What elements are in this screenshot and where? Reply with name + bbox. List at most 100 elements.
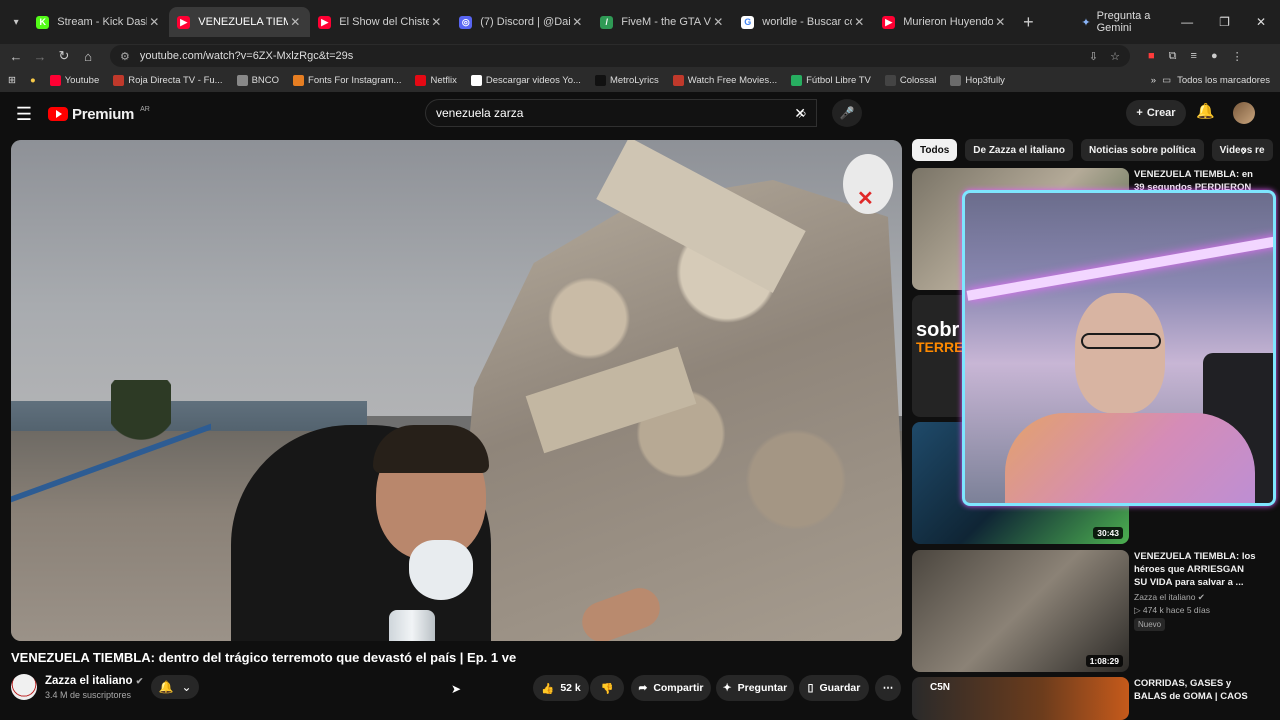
- bookmark-label: Youtube: [64, 74, 100, 86]
- bookmark-item[interactable]: Fonts For Instagram...: [293, 74, 401, 86]
- rec-title[interactable]: VENEZUELA TIEMBLA: los héroes que ARRIES…: [1134, 550, 1258, 589]
- emoji-bookmark-icon[interactable]: ●: [30, 75, 36, 86]
- video-water-bottle: [389, 610, 435, 641]
- browser-tab[interactable]: Gworldle - Buscar con Goog✕: [733, 7, 874, 37]
- close-tab-icon[interactable]: ✕: [570, 15, 584, 29]
- home-icon[interactable]: ⌂: [76, 49, 100, 64]
- notifications-icon[interactable]: 🔔: [1196, 102, 1215, 120]
- channel-name[interactable]: Zazza el italiano ✔: [45, 675, 143, 687]
- subscription-bell-button[interactable]: 🔔 ⌄: [151, 675, 199, 699]
- tab-favicon-icon: /: [600, 15, 614, 29]
- like-button[interactable]: 👍 52 k: [533, 675, 589, 701]
- search-query: venezuela zarza: [436, 106, 524, 120]
- extension-red-icon[interactable]: ■: [1148, 50, 1155, 63]
- country-code: AR: [140, 105, 150, 113]
- rec-stats: ▷ 474 k hace 5 días: [1134, 605, 1211, 615]
- thumbs-down-icon: 👎: [600, 682, 614, 695]
- more-actions-button[interactable]: ⋯: [875, 675, 901, 701]
- url-field[interactable]: ⚙ youtube.com/watch?v=6ZX-MxlzRgc&t=29s …: [110, 45, 1130, 67]
- rec-channel-text: Zazza el italiano: [1134, 592, 1196, 602]
- browser-tab[interactable]: ◎ (7) Discord | @Daiii ✕: [451, 7, 592, 37]
- close-tab-icon[interactable]: ✕: [288, 15, 302, 29]
- reload-icon[interactable]: ↻: [52, 48, 76, 64]
- tab-title: Murieron Huyendo de Algu: [903, 16, 994, 28]
- webcam-hoodie: [1005, 413, 1255, 503]
- minimize-icon[interactable]: —: [1181, 15, 1193, 29]
- ask-button[interactable]: ✦ Preguntar: [716, 675, 794, 701]
- gemini-label: Pregunta a Gemini: [1096, 10, 1151, 34]
- youtube-premium-logo[interactable]: Premium AR: [48, 106, 150, 123]
- browser-tab[interactable]: ▶ El Show del Chiste - VIDEO✕: [310, 7, 451, 37]
- site-info-icon[interactable]: ⚙: [120, 50, 130, 63]
- bookmark-item[interactable]: Watch Free Movies...: [672, 74, 778, 86]
- bookmark-item[interactable]: MetroLyrics: [594, 74, 659, 86]
- apps-icon[interactable]: ⊞: [8, 75, 16, 86]
- bookmark-label: Watch Free Movies...: [687, 74, 778, 86]
- filter-chip[interactable]: Todos: [912, 139, 958, 161]
- bookmark-favicon-icon: [113, 74, 125, 86]
- all-bookmarks-link[interactable]: Todos los marcadores: [1177, 75, 1270, 86]
- bookmark-star-icon[interactable]: ☆: [1110, 50, 1120, 63]
- new-tab-button[interactable]: +: [1015, 12, 1041, 33]
- tab-search-menu-icon[interactable]: ▾: [4, 9, 28, 35]
- back-icon[interactable]: ←: [4, 49, 28, 64]
- bookmark-favicon-icon: [791, 74, 803, 86]
- close-tab-icon[interactable]: ✕: [147, 15, 161, 29]
- browser-tab[interactable]: K Stream - Kick Dashboard✕: [28, 7, 169, 37]
- rec-title[interactable]: CORRIDAS, GASES y BALAS de GOMA | CAOS t…: [1134, 677, 1258, 705]
- browser-menu-icon[interactable]: ⋮: [1232, 50, 1243, 63]
- rec-title[interactable]: VENEZUELA TIEMBLA: en 39 segundos PERDIE…: [1134, 168, 1258, 190]
- more-bookmarks-icon[interactable]: »: [1151, 75, 1156, 86]
- bookmark-item[interactable]: Youtube: [49, 74, 100, 86]
- bookmarks-bar: ⊞ ● Youtube Roja Directa TV - Fu... BNCO Fo…: [0, 68, 1280, 92]
- share-button[interactable]: ➦ Compartir: [631, 675, 711, 701]
- create-button[interactable]: + Crear: [1126, 100, 1186, 126]
- channel-avatar[interactable]: [11, 674, 37, 700]
- bookmark-label: Hop3fully: [965, 74, 1005, 86]
- dislike-button[interactable]: 👎: [590, 675, 624, 701]
- chevron-right-icon[interactable]: ›: [1234, 139, 1254, 161]
- bookmark-item[interactable]: BNCO: [236, 74, 279, 86]
- search-icon[interactable]: ⌕: [783, 99, 823, 127]
- rec-thumbnail[interactable]: 1:08:29: [912, 550, 1129, 672]
- extensions-puzzle-icon[interactable]: ⧉: [1169, 50, 1177, 63]
- bookmark-item[interactable]: Hop3fully: [950, 74, 1005, 86]
- close-tab-icon[interactable]: ✕: [993, 15, 1007, 29]
- microphone-icon[interactable]: 🎤: [832, 99, 862, 127]
- search-input[interactable]: venezuela zarza ✕: [425, 99, 817, 127]
- account-avatar[interactable]: [1233, 102, 1255, 124]
- filter-chip[interactable]: De Zazza el italiano: [965, 139, 1073, 161]
- ask-label: Preguntar: [737, 682, 788, 694]
- restore-icon[interactable]: ❐: [1219, 15, 1230, 29]
- bookmark-item[interactable]: Fútbol Libre TV: [791, 74, 871, 86]
- media-control-icon[interactable]: ≡: [1191, 50, 1197, 63]
- close-tab-icon[interactable]: ✕: [852, 15, 866, 29]
- bookmark-item[interactable]: Descargar videos Yo...: [470, 74, 581, 86]
- rec-channel[interactable]: Zazza el italiano ✔: [1134, 592, 1205, 603]
- gemini-button[interactable]: ✦ Pregunta a Gemini: [1081, 10, 1181, 34]
- save-button[interactable]: ▯ Guardar: [799, 675, 869, 701]
- browser-tab[interactable]: ▶ VENEZUELA TIEMBLA:✕: [169, 7, 311, 37]
- tab-title: El Show del Chiste - VIDEO: [339, 16, 430, 28]
- bookmark-item[interactable]: Roja Directa TV - Fu...: [113, 74, 223, 86]
- close-tab-icon[interactable]: ✕: [711, 15, 725, 29]
- tab-title: Stream - Kick Dashboard: [57, 16, 147, 28]
- bookmark-item[interactable]: Netflix: [415, 74, 457, 86]
- install-icon[interactable]: ⇩: [1089, 50, 1098, 63]
- close-window-icon[interactable]: ✕: [1256, 15, 1266, 29]
- tab-favicon-icon: ▶: [882, 15, 896, 29]
- video-player[interactable]: [11, 140, 902, 641]
- webcam-face: [1075, 293, 1165, 413]
- browser-tab[interactable]: / FiveM - the GTA V multipla✕: [592, 7, 733, 37]
- bookmark-favicon-icon: [594, 74, 606, 86]
- rec-thumbnail[interactable]: C5N: [912, 677, 1129, 720]
- profile-icon[interactable]: ●: [1211, 50, 1218, 63]
- webcam-led-light: [966, 235, 1273, 301]
- menu-icon[interactable]: ☰: [0, 104, 48, 125]
- forward-icon[interactable]: →: [28, 49, 52, 64]
- bookmark-item[interactable]: Colossal: [884, 74, 936, 86]
- browser-tab[interactable]: ▶ Murieron Huyendo de Algu✕: [874, 7, 1015, 37]
- filter-chip[interactable]: Noticias sobre política: [1080, 139, 1204, 161]
- close-tab-icon[interactable]: ✕: [429, 15, 443, 29]
- bookmark-favicon-icon: [672, 74, 684, 86]
